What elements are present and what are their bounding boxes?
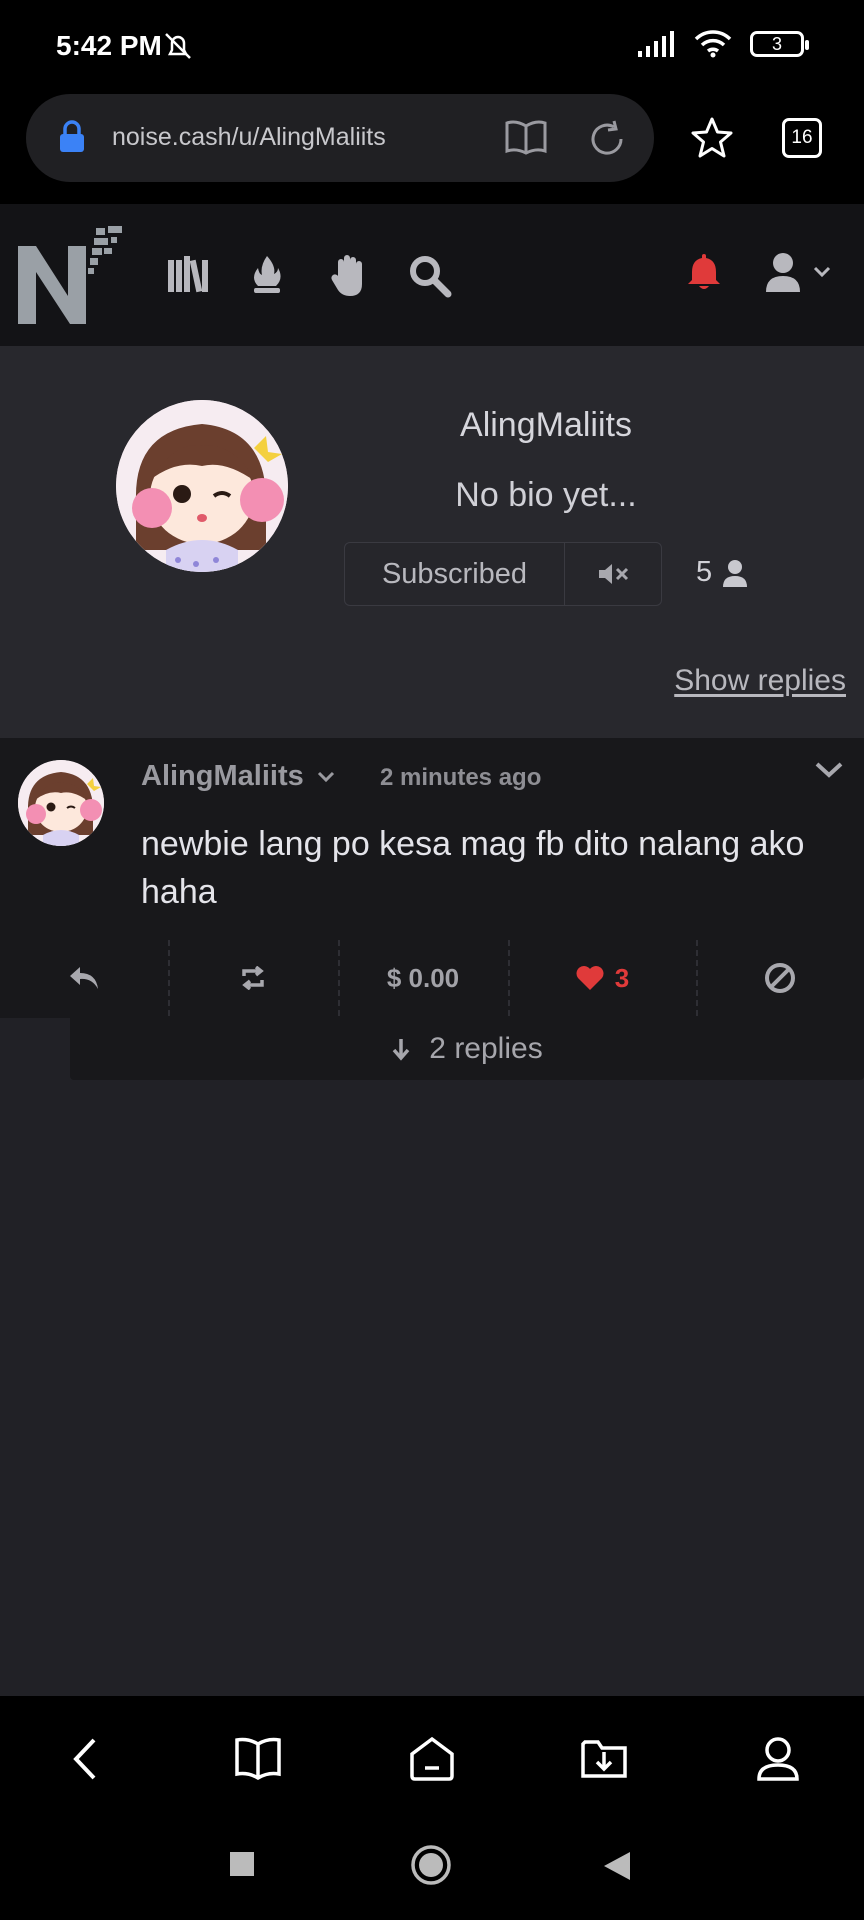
repost-button[interactable] (168, 938, 338, 1018)
user-icon (766, 253, 800, 292)
android-nav-bar (0, 1828, 864, 1920)
bell-icon[interactable] (686, 252, 722, 292)
subscriber-count-value: 5 (696, 556, 713, 588)
hand-icon[interactable] (330, 254, 366, 298)
reply-icon (70, 967, 98, 989)
like-button[interactable]: 3 (508, 938, 696, 1018)
post-timestamp[interactable]: 2 minutes ago (380, 764, 541, 792)
tip-button[interactable]: $ 0.00 (338, 938, 508, 1018)
status-bar: 5:42 PM 3 (0, 0, 864, 92)
action-divider (338, 940, 340, 1016)
star-icon[interactable] (690, 116, 734, 160)
lock-icon (60, 120, 84, 152)
reader-mode-icon[interactable] (504, 118, 548, 156)
home-icon[interactable] (408, 1736, 456, 1782)
post-menu-chevron-icon[interactable] (814, 760, 844, 780)
browser-toolbar: noise.cash/u/AlingMaliits 16 (0, 92, 864, 204)
recents-icon[interactable] (228, 1850, 256, 1878)
bookmarks-icon[interactable] (234, 1736, 282, 1780)
post-author[interactable]: AlingMaliits (141, 760, 336, 793)
user-icon (723, 559, 748, 587)
like-count: 3 (614, 962, 630, 993)
back-nav-icon[interactable] (602, 1850, 632, 1882)
subscription-controls: Subscribed (344, 542, 662, 606)
silent-bell-icon (165, 33, 191, 59)
arrow-down-icon (392, 1039, 410, 1061)
subscriber-count: 5 (696, 556, 748, 589)
downloads-icon[interactable] (580, 1736, 628, 1780)
site-nav (0, 204, 864, 346)
user-menu[interactable] (764, 252, 832, 292)
post-card: AlingMaliits 2 minutes ago newbie lang p… (0, 738, 864, 1018)
tabs-icon[interactable]: 16 (782, 118, 822, 158)
block-button[interactable] (696, 938, 864, 1018)
account-icon[interactable] (756, 1736, 800, 1782)
repost-icon (242, 966, 264, 990)
status-time: 5:42 PM (56, 30, 162, 61)
chevron-down-icon (813, 266, 831, 278)
profile-bio: No bio yet... (455, 476, 637, 514)
reply-button[interactable] (0, 938, 168, 1018)
profile-header: AlingMaliits No bio yet... Subscribed 5 … (0, 346, 864, 738)
avatar-image (18, 760, 104, 846)
avatar-image (116, 400, 288, 572)
address-bar[interactable]: noise.cash/u/AlingMaliits (26, 94, 654, 182)
fire-icon[interactable] (250, 254, 284, 296)
chevron-down-icon (317, 771, 334, 782)
subscribed-button[interactable]: Subscribed (345, 543, 565, 605)
post-text: newbie lang po kesa mag fb dito nalang a… (141, 825, 805, 911)
noise-cash-logo[interactable] (14, 224, 126, 332)
replies-count: 2 replies (429, 1032, 543, 1065)
wifi-icon (694, 30, 732, 58)
url-text: noise.cash/u/AlingMaliits (112, 123, 386, 151)
mute-button[interactable] (565, 543, 661, 605)
post-actions: $ 0.00 3 (0, 938, 864, 1018)
heart-icon (576, 966, 604, 990)
battery-level: 3 (771, 33, 782, 54)
tab-count: 16 (791, 127, 813, 148)
status-icons: 3 (636, 30, 809, 58)
block-icon (765, 963, 795, 993)
battery-icon: 3 (750, 31, 809, 57)
back-icon[interactable] (70, 1736, 100, 1782)
reload-icon[interactable] (586, 118, 628, 160)
search-icon[interactable] (408, 254, 452, 298)
show-replies-button[interactable]: 2 replies (70, 1018, 864, 1080)
post-avatar[interactable] (18, 760, 104, 846)
action-divider (168, 940, 170, 1016)
action-divider (508, 940, 510, 1016)
mute-icon (599, 564, 629, 584)
post-author-name: AlingMaliits (141, 760, 304, 792)
library-icon[interactable] (166, 254, 210, 294)
browser-bottom-bar (0, 1696, 864, 1828)
signal-icon (638, 31, 674, 57)
home-button-icon[interactable] (410, 1844, 452, 1886)
tip-amount: $ 0.00 (386, 962, 460, 993)
avatar[interactable] (116, 400, 288, 572)
action-divider (696, 940, 698, 1016)
show-replies-link[interactable]: Show replies (674, 664, 846, 698)
profile-username: AlingMaliits (460, 406, 632, 444)
